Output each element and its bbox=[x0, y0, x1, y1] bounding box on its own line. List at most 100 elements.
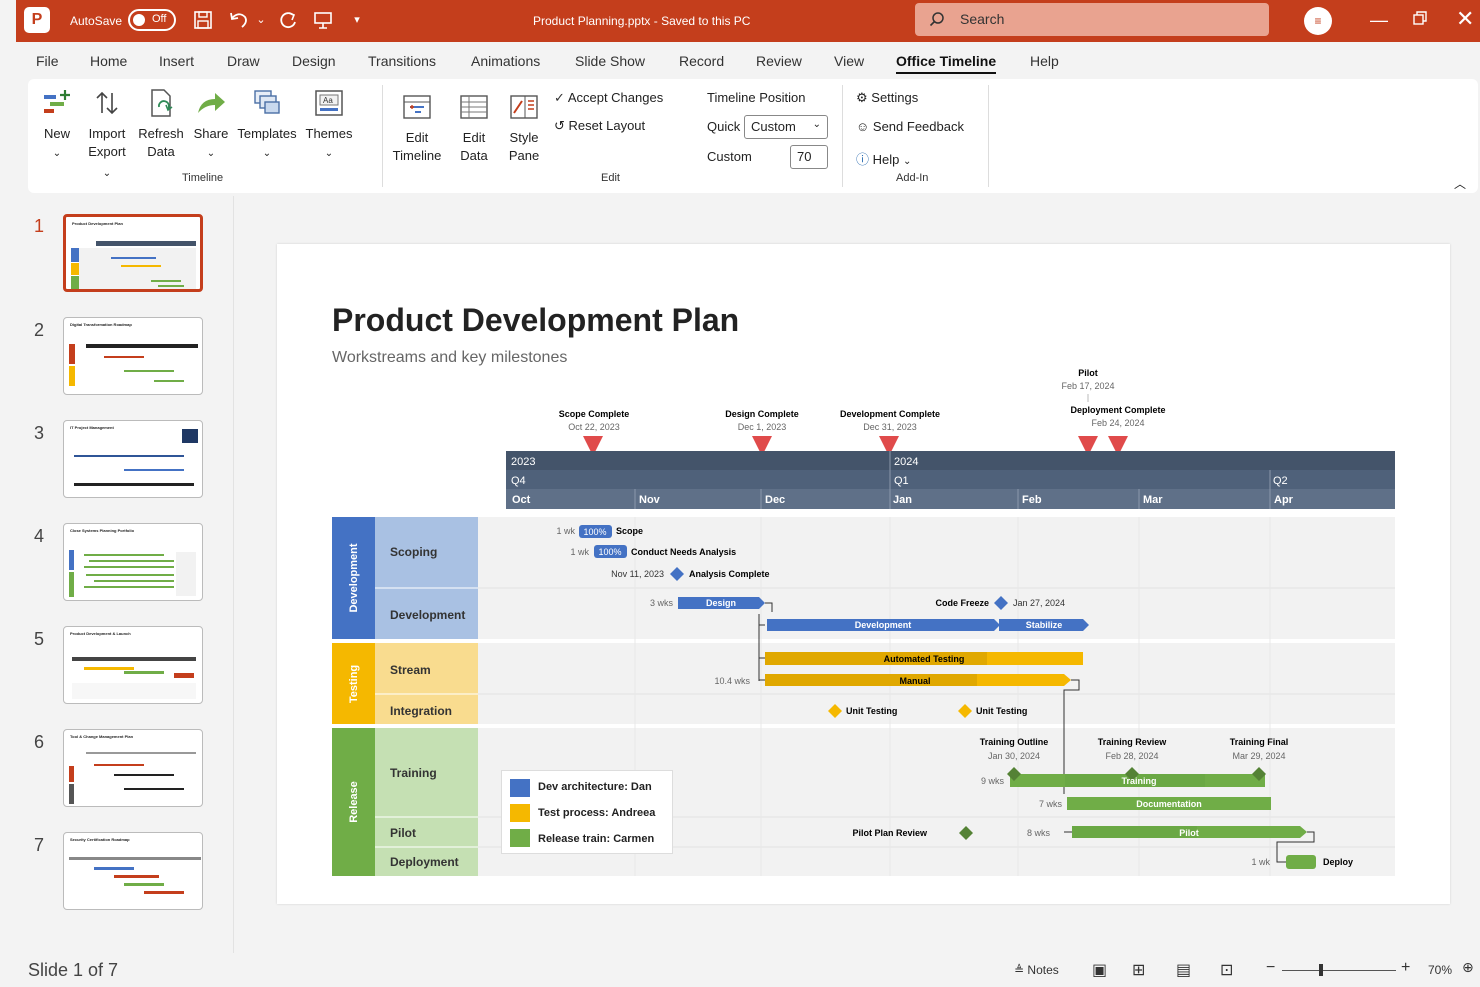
milestone-date: Jan 30, 2024 bbox=[988, 751, 1040, 761]
quick-label: Quick bbox=[707, 119, 741, 134]
close-icon[interactable]: ✕ bbox=[1456, 6, 1474, 32]
slide-thumbnail-4[interactable]: Close Systems Planning Portfolio bbox=[63, 523, 203, 601]
task-bar bbox=[1286, 855, 1316, 869]
task-duration: 9 wks bbox=[981, 776, 1005, 786]
tab-office-timeline[interactable]: Office Timeline bbox=[896, 53, 997, 74]
tab-view[interactable]: View bbox=[834, 53, 864, 69]
quick-position-select[interactable]: Custom ⌄ bbox=[744, 115, 828, 139]
zoom-out-icon[interactable]: − bbox=[1266, 959, 1275, 977]
slide-thumbnail-6[interactable]: Tool & Change Management Plan bbox=[63, 729, 203, 807]
help-button[interactable]: ⓘ Help ⌄ bbox=[856, 149, 911, 168]
edit-data-button[interactable]: Edit Data bbox=[452, 91, 496, 165]
milestone-date: Mar 29, 2024 bbox=[1232, 751, 1285, 761]
save-icon[interactable] bbox=[190, 7, 216, 33]
quarter-label: Q1 bbox=[894, 475, 909, 487]
tab-draw[interactable]: Draw bbox=[227, 53, 260, 69]
zoom-slider-thumb[interactable] bbox=[1319, 964, 1323, 976]
quarter-label: Q2 bbox=[1273, 475, 1288, 487]
slide-number: 3 bbox=[34, 423, 45, 443]
refresh-data-icon bbox=[151, 89, 173, 117]
group-label-addin: Add-In bbox=[896, 172, 929, 184]
undo-dropdown-chevron-icon[interactable]: ⌄ bbox=[248, 7, 274, 33]
slide-thumbnail-7[interactable]: Security Certification Roadmap bbox=[63, 832, 203, 910]
restore-icon[interactable] bbox=[1412, 10, 1428, 26]
quarter-label: Q4 bbox=[511, 475, 526, 487]
present-icon[interactable] bbox=[310, 7, 336, 33]
share-icon bbox=[198, 93, 225, 113]
normal-view-icon[interactable]: ▣ bbox=[1092, 960, 1107, 980]
office-timeline-addin-icon[interactable]: ≡ bbox=[1304, 7, 1332, 35]
custom-position-input[interactable]: 70 bbox=[790, 145, 828, 169]
milestone-date: Feb 28, 2024 bbox=[1105, 751, 1158, 761]
notes-button[interactable]: ≜ Notes bbox=[1014, 963, 1059, 977]
zoom-in-icon[interactable]: + bbox=[1401, 959, 1410, 977]
edit-timeline-button[interactable]: Edit Timeline bbox=[392, 91, 442, 165]
templates-button[interactable]: Templates ⌄ bbox=[236, 87, 298, 163]
month-label: Nov bbox=[639, 494, 661, 506]
autosave-toggle[interactable]: Off bbox=[128, 9, 176, 31]
themes-button[interactable]: Aa Themes ⌄ bbox=[304, 87, 354, 163]
task-duration: 3 wks bbox=[650, 598, 674, 608]
quarter-band bbox=[506, 470, 1395, 489]
legend[interactable]: Dev architecture: Dan Test process: Andr… bbox=[501, 770, 673, 854]
import-export-button[interactable]: Import Export ⌄ bbox=[84, 87, 130, 183]
style-pane-icon bbox=[510, 95, 538, 119]
milestone-label: Unit Testing bbox=[976, 706, 1027, 716]
new-timeline-icon bbox=[44, 90, 70, 113]
tab-slide-show[interactable]: Slide Show bbox=[575, 53, 645, 69]
smiley-icon: ☺ bbox=[856, 119, 870, 134]
tab-transitions[interactable]: Transitions bbox=[368, 53, 436, 69]
timeline-chart[interactable]: Scope Complete Oct 22, 2023 Design Compl… bbox=[277, 244, 1450, 904]
share-button[interactable]: Share ⌄ bbox=[190, 87, 232, 163]
task-label: Documentation bbox=[1136, 799, 1202, 809]
fit-to-window-icon[interactable]: ⊕ bbox=[1462, 959, 1474, 976]
import-export-icon bbox=[96, 91, 118, 115]
accept-changes-button[interactable]: ✓ Accept Changes bbox=[554, 90, 663, 106]
slide-thumbnail-2[interactable]: Digital Transformation Roadmap bbox=[63, 317, 203, 395]
milestone-date: Nov 11, 2023 bbox=[611, 569, 664, 579]
style-pane-button[interactable]: Style Pane bbox=[502, 91, 546, 165]
slide-thumbnail-3[interactable]: IT Project Management bbox=[63, 420, 203, 498]
task-label: Deploy bbox=[1323, 857, 1353, 867]
slideshow-view-icon[interactable]: ⊡ bbox=[1220, 960, 1233, 980]
row-label: Scoping bbox=[390, 545, 437, 559]
task-label: Pilot bbox=[1179, 828, 1199, 838]
send-feedback-button[interactable]: ☺ Send Feedback bbox=[856, 119, 964, 134]
task-duration: 10.4 wks bbox=[714, 676, 750, 686]
slide-thumbnail-1[interactable]: Product Development Plan bbox=[63, 214, 203, 292]
customize-qat-icon[interactable]: ▾ bbox=[344, 7, 370, 33]
document-title: Product Planning.pptx - Saved to this PC bbox=[533, 14, 751, 28]
slide-number: 6 bbox=[34, 732, 45, 752]
new-button[interactable]: New ⌄ bbox=[38, 87, 76, 163]
tab-animations[interactable]: Animations bbox=[471, 53, 540, 69]
reading-view-icon[interactable]: ▤ bbox=[1176, 960, 1191, 980]
task-label: Conduct Needs Analysis bbox=[631, 547, 736, 557]
slide-canvas[interactable]: Product Development Plan Workstreams and… bbox=[277, 244, 1450, 904]
reset-layout-button[interactable]: ↺ Reset Layout bbox=[554, 118, 645, 134]
refresh-data-button[interactable]: Refresh Data bbox=[138, 87, 184, 161]
tab-file[interactable]: File bbox=[36, 53, 59, 69]
title-bar: P AutoSave Off ⌄ ▾ Product Planning.pptx… bbox=[16, 0, 1480, 42]
month-label: Jan bbox=[893, 494, 912, 506]
redo-icon[interactable] bbox=[276, 7, 302, 33]
group-label-timeline: Timeline bbox=[182, 172, 224, 184]
collapse-ribbon-icon[interactable]: ︿ bbox=[1454, 175, 1466, 192]
tab-record[interactable]: Record bbox=[679, 53, 724, 69]
minimize-icon[interactable]: — bbox=[1370, 10, 1388, 31]
tab-help[interactable]: Help bbox=[1030, 53, 1059, 69]
slide-sorter-icon[interactable]: ⊞ bbox=[1132, 960, 1145, 980]
tab-home[interactable]: Home bbox=[90, 53, 127, 69]
milestone-label: Training Review bbox=[1098, 737, 1168, 747]
tab-insert[interactable]: Insert bbox=[159, 53, 194, 69]
ribbon: New ⌄ Import Export ⌄ Refresh Data Share ⌄ T… bbox=[28, 79, 1478, 193]
tab-review[interactable]: Review bbox=[756, 53, 802, 69]
reset-icon: ↺ bbox=[554, 118, 565, 133]
milestone-label: Deployment Complete bbox=[1070, 405, 1165, 415]
zoom-level[interactable]: 70% bbox=[1428, 963, 1452, 977]
search-box[interactable]: Search bbox=[915, 3, 1269, 36]
search-placeholder: Search bbox=[960, 11, 1005, 27]
zoom-slider[interactable] bbox=[1282, 970, 1396, 971]
slide-thumbnail-5[interactable]: Product Development & Launch bbox=[63, 626, 203, 704]
settings-button[interactable]: ⚙ Settings bbox=[856, 90, 918, 106]
tab-design[interactable]: Design bbox=[292, 53, 336, 69]
